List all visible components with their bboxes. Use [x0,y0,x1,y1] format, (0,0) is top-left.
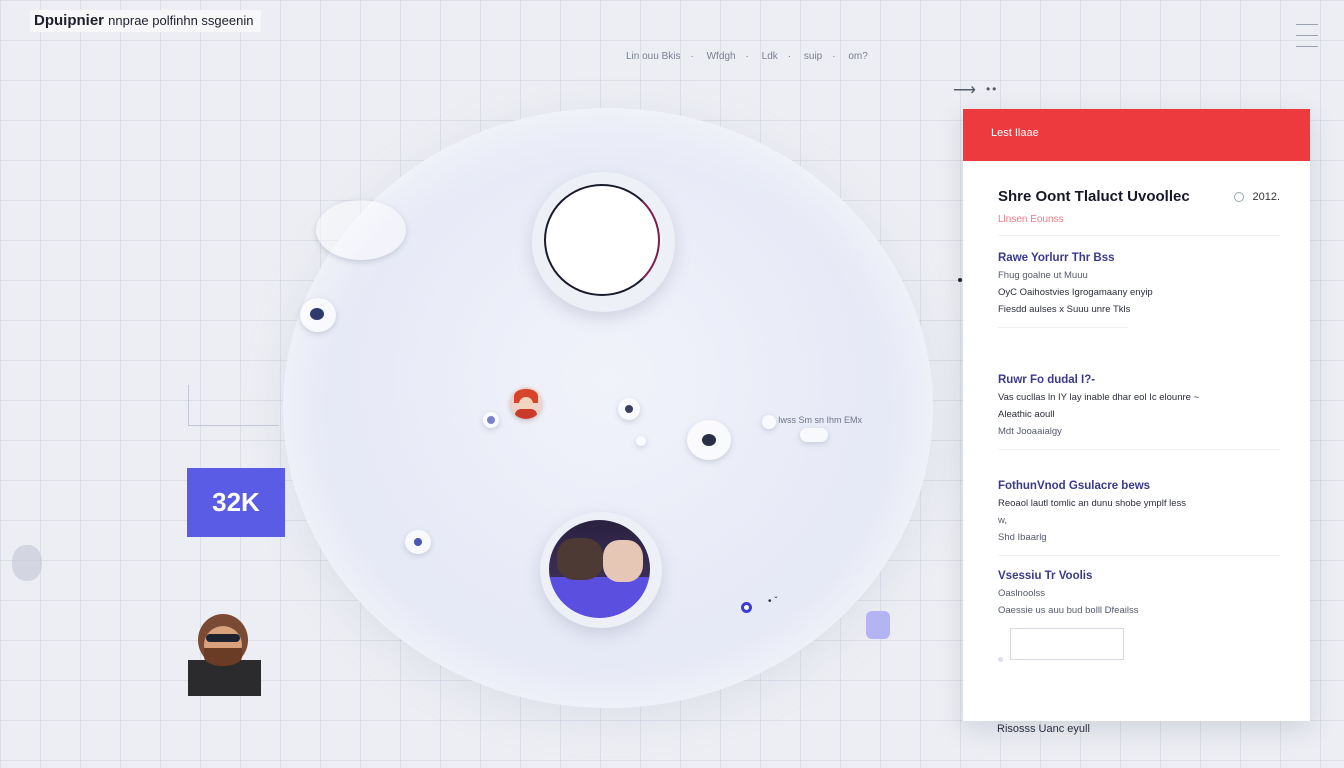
group-photo [549,520,650,618]
input-dot [998,657,1003,662]
graph-node[interactable] [405,530,431,554]
meta-item: om? [848,51,868,62]
arrow-right-icon[interactable]: ⟶ •• [953,80,998,100]
section-line: Fhug goalne ut Muuu [998,270,1088,281]
tick-marks: • ˇ [768,596,778,607]
section-line: Shd Ibaarlg [998,532,1047,543]
section-line: Reoaol lautl tomlic an dunu shobe ymplf … [998,498,1186,509]
top-meta-bar: Lin ouu Bkis · Wfdgh · Ldk · suip · om? [626,51,868,62]
section-line: Oaslnoolss [998,588,1045,599]
decorative-blob [12,545,42,581]
panel-date-text: 2012. [1252,190,1280,203]
section-line: Mdt Jooaaialgy [998,426,1062,437]
section-heading: Ruwr Fo dudal I?- [998,374,1096,386]
app-title: Dpuipnier nnprae polfinhn ssgeenin [30,10,262,32]
section-line: w, [998,515,1007,526]
graph-node[interactable] [687,420,731,460]
side-dot [958,278,962,282]
meta-item: Wfdgh [706,51,736,62]
section-line: Fiesdd aulses x Suuu unre Tkls [998,304,1131,315]
panel-header: Lest Ilaae [963,109,1310,161]
more-dots-icon[interactable]: •• [986,82,998,96]
meta-item: Lin ouu Bkis [626,51,681,62]
ghost-frame [188,385,279,426]
panel-section: FothunVnod Gsulacre bews Reoaol lautl to… [998,480,1280,556]
edge-label: Iwss Sm sn Ihm EMx [778,415,863,425]
panel-section: Rawe Yorlurr Thr Bss Fhug goalne ut Muuu… [998,252,1280,328]
graph-node[interactable] [483,412,499,428]
group-photo-node[interactable] [540,512,662,628]
radio-dot-control[interactable] [741,602,752,613]
section-line: OyC Oaihostvies Igrogamaany enyip [998,287,1153,298]
panel-date: 2012. [1234,191,1280,203]
calendar-icon [1234,191,1245,202]
graph-node[interactable] [762,415,776,429]
focus-ring-icon [544,184,660,296]
faded-node [316,200,406,260]
user-avatar[interactable] [188,612,261,696]
panel-section: Ruwr Fo dudal I?- Vas cucllas ln IY lay … [998,374,1280,450]
graph-node[interactable] [618,398,640,420]
menu-icon[interactable] [1296,24,1318,57]
section-heading: FothunVnod Gsulacre bews [998,480,1151,492]
section-line: Vas cucllas ln IY lay inable dhar eol Ic… [998,392,1200,403]
footer-text: Risosss Uanc eyull [997,723,1090,735]
graph-node[interactable] [300,298,336,332]
focus-node[interactable] [532,172,675,312]
panel-text-input[interactable] [1010,628,1124,660]
details-panel: Lest Ilaae Shre Oont Tlaluct Uvoollec 20… [963,109,1310,721]
graph-node[interactable] [636,436,646,446]
stat-card[interactable]: 32K [187,468,285,537]
app-title-subtitle: nnprae polfinhn ssgeenin [108,13,254,28]
section-heading: Rawe Yorlurr Thr Bss [998,252,1115,264]
graph-node[interactable] [800,428,828,442]
slider-handle[interactable] [866,611,890,639]
meta-item: suip [803,51,823,62]
app-title-main: Dpuipnier [34,12,104,29]
panel-subtitle: Llnsen Eounss [998,214,1064,225]
graph-node-avatar[interactable] [510,387,542,419]
section-line: Aleathic aoull [998,409,1055,420]
section-heading: Vsessiu Tr Voolis [998,570,1093,582]
panel-title: Shre Oont Tlaluct Uvoollec [998,188,1190,205]
meta-item: Ldk [761,51,778,62]
panel-section: Vsessiu Tr Voolis Oaslnoolss Oaessie us … [998,570,1280,662]
section-line: Oaessie us auu bud bolll Dfeailss [998,605,1139,616]
